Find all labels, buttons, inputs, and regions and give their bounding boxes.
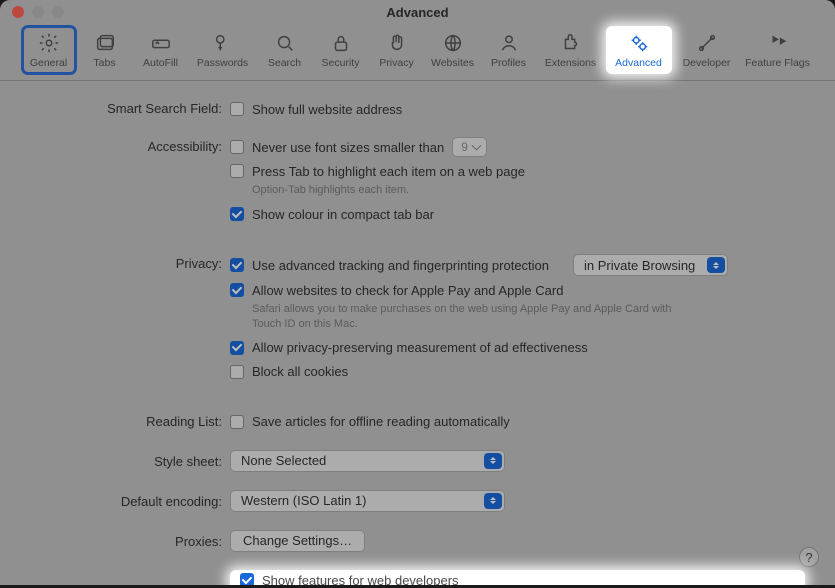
help-text: Safari allows you to make purchases on t…	[252, 302, 672, 331]
section-label-encoding: Default encoding:	[30, 490, 230, 509]
tab-label: Security	[322, 57, 360, 69]
tab-label: Privacy	[379, 57, 413, 69]
tab-privacy[interactable]: Privacy	[370, 26, 424, 74]
checkbox-label: Show full website address	[252, 102, 402, 117]
checkbox-label: Show colour in compact tab bar	[252, 207, 434, 222]
section-label-accessibility: Accessibility:	[30, 137, 230, 154]
checkbox-label: Use advanced tracking and fingerprinting…	[252, 258, 549, 273]
checkbox-label: Allow privacy-preserving measurement of …	[252, 340, 588, 355]
checkbox-show-full-address[interactable]	[230, 102, 244, 116]
tab-search[interactable]: Search	[258, 26, 312, 74]
button-label: Change Settings…	[243, 533, 352, 548]
lock-icon	[330, 32, 352, 54]
tab-label: Websites	[431, 57, 474, 69]
select-style-sheet[interactable]: None Selected	[230, 450, 505, 472]
checkbox-label: Save articles for offline reading automa…	[252, 414, 510, 429]
gears-icon	[628, 32, 650, 54]
gear-icon	[38, 32, 60, 54]
select-default-encoding[interactable]: Western (ISO Latin 1)	[230, 490, 505, 512]
section-label-reading-list: Reading List:	[30, 412, 230, 429]
flags-icon	[767, 32, 789, 54]
checkbox-label: Never use font sizes smaller than	[252, 140, 444, 155]
checkbox-label: Block all cookies	[252, 364, 348, 379]
button-change-proxy-settings[interactable]: Change Settings…	[230, 530, 365, 552]
pencil-icon	[150, 32, 172, 54]
select-value: Western (ISO Latin 1)	[241, 493, 366, 508]
wrench-icon	[696, 32, 718, 54]
checkbox-show-colour-compact[interactable]	[230, 207, 244, 221]
tab-websites[interactable]: Websites	[426, 26, 480, 74]
checkbox-label: Show features for web developers	[262, 573, 459, 585]
select-tracking-mode[interactable]: in Private Browsing	[573, 254, 728, 276]
tab-advanced[interactable]: Advanced	[606, 26, 672, 74]
select-value: in Private Browsing	[584, 258, 695, 273]
help-text: Option-Tab highlights each item.	[252, 183, 672, 197]
window-title: Advanced	[0, 5, 835, 20]
search-icon	[274, 32, 296, 54]
tabs-icon	[94, 32, 116, 54]
advanced-pane: Smart Search Field: Show full website ad…	[0, 81, 835, 585]
select-value: None Selected	[241, 453, 326, 468]
section-label-privacy: Privacy:	[30, 254, 230, 271]
checkbox-save-offline[interactable]	[230, 415, 244, 429]
tab-passwords[interactable]: Passwords	[190, 26, 256, 74]
tab-tabs[interactable]: Tabs	[78, 26, 132, 74]
tab-label: Passwords	[197, 57, 248, 69]
tab-extensions[interactable]: Extensions	[538, 26, 604, 74]
checkbox-label: Press Tab to highlight each item on a we…	[252, 164, 525, 179]
tab-label: Advanced	[615, 57, 662, 69]
tab-general[interactable]: General	[22, 26, 76, 74]
section-label-proxies: Proxies:	[30, 530, 230, 549]
globe-icon	[442, 32, 464, 54]
checkbox-advanced-tracking[interactable]	[230, 258, 244, 272]
key-icon	[212, 32, 234, 54]
tab-label: Extensions	[545, 57, 596, 69]
tab-feature-flags[interactable]: Feature Flags	[742, 26, 814, 74]
checkbox-min-font-size[interactable]	[230, 140, 244, 154]
checkbox-tab-highlight[interactable]	[230, 164, 244, 178]
checkbox-show-developer-features[interactable]	[240, 573, 254, 585]
chevron-updown-icon	[484, 493, 502, 509]
tab-label: Profiles	[491, 57, 526, 69]
hand-icon	[386, 32, 408, 54]
tab-autofill[interactable]: AutoFill	[134, 26, 188, 74]
tab-profiles[interactable]: Profiles	[482, 26, 536, 74]
tab-label: AutoFill	[143, 57, 178, 69]
tab-label: Search	[268, 57, 301, 69]
person-icon	[498, 32, 520, 54]
section-label-smart-search: Smart Search Field:	[30, 99, 230, 116]
help-icon: ?	[805, 550, 812, 565]
tab-developer[interactable]: Developer	[674, 26, 740, 74]
puzzle-icon	[560, 32, 582, 54]
tab-label: Tabs	[93, 57, 115, 69]
chevron-updown-icon	[707, 257, 725, 273]
row-show-developer-features: Show features for web developers	[230, 570, 805, 585]
titlebar: Advanced	[0, 0, 835, 24]
checkbox-ad-measurement[interactable]	[230, 341, 244, 355]
tab-label: Feature Flags	[745, 57, 810, 69]
chevron-updown-icon	[484, 453, 502, 469]
help-button[interactable]: ?	[799, 547, 819, 567]
section-label-style-sheet: Style sheet:	[30, 450, 230, 469]
preferences-toolbar: General Tabs AutoFill Passwords Search S…	[0, 24, 835, 81]
checkbox-block-cookies[interactable]	[230, 365, 244, 379]
tab-security[interactable]: Security	[314, 26, 368, 74]
select-min-font-size[interactable]: 9	[452, 137, 487, 157]
tab-label: Developer	[683, 57, 731, 69]
tab-label: General	[30, 57, 67, 69]
checkbox-apple-pay-check[interactable]	[230, 283, 244, 297]
checkbox-label: Allow websites to check for Apple Pay an…	[252, 283, 563, 298]
select-value: 9	[461, 140, 468, 154]
